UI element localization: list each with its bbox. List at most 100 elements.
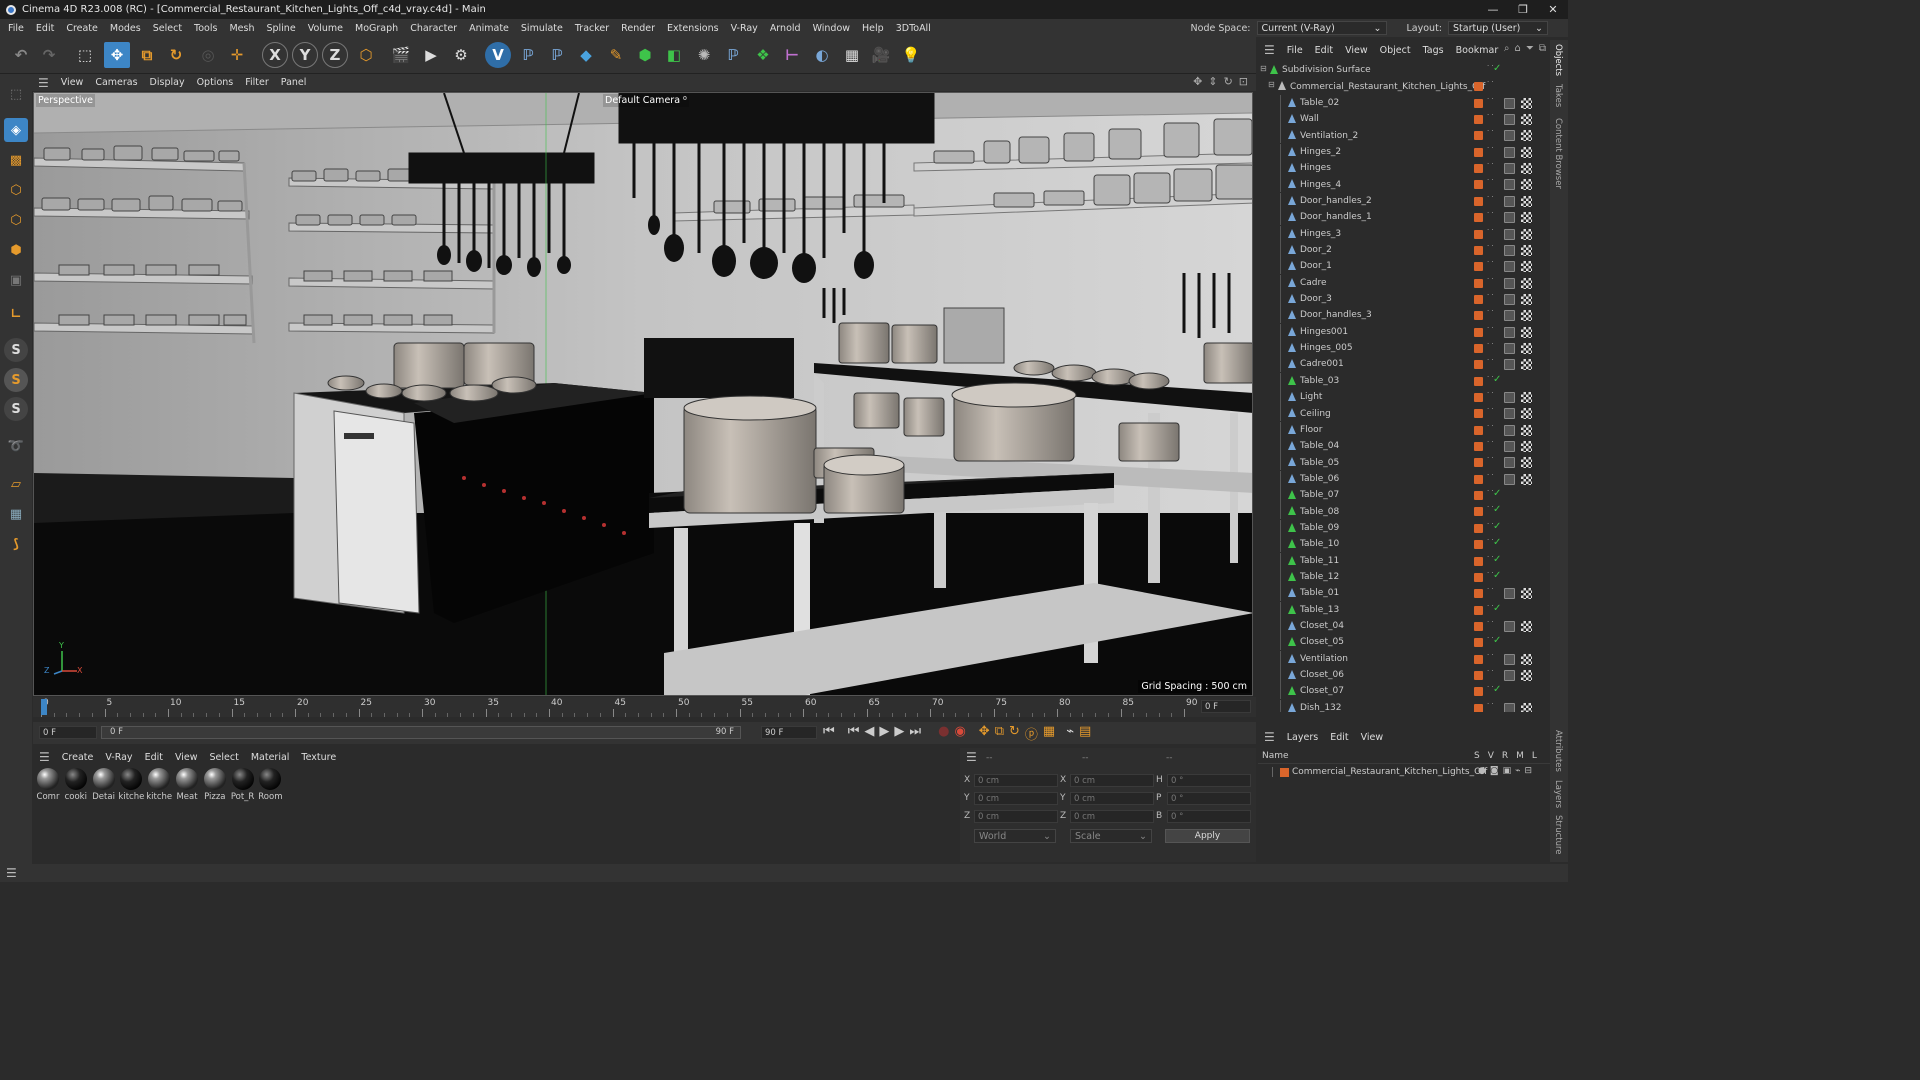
object-row[interactable]: Wall · ·: [1258, 111, 1550, 128]
vray-material-tag-icon[interactable]: [1504, 326, 1515, 338]
object-row[interactable]: Floor · ·: [1258, 421, 1550, 438]
maximize-view-icon[interactable]: ⊡: [1239, 75, 1248, 88]
layer-menu-view[interactable]: View: [1355, 732, 1390, 743]
enabled-check-icon[interactable]: ✓: [1493, 570, 1501, 581]
polygons-mode-icon[interactable]: ⬢: [4, 238, 28, 262]
layout-dropdown[interactable]: Startup (User) ⌄: [1448, 21, 1548, 35]
visibility-dots-icon[interactable]: · ·: [1487, 128, 1494, 135]
side-tab-objects[interactable]: Objects: [1553, 44, 1563, 76]
menu-mesh[interactable]: Mesh: [223, 23, 260, 34]
search-icon[interactable]: ⌕: [1504, 43, 1510, 54]
apply-button[interactable]: Apply: [1165, 829, 1250, 843]
vray-material-tag-icon[interactable]: [1504, 408, 1515, 420]
material-menu-texture[interactable]: Texture: [295, 752, 342, 763]
cloner-icon[interactable]: ✺: [691, 42, 717, 68]
side-tab-structure[interactable]: Structure: [1553, 815, 1563, 855]
texture-tag-icon[interactable]: [1521, 244, 1532, 256]
side-tab-takes[interactable]: Takes: [1553, 84, 1563, 107]
menu-extensions[interactable]: Extensions: [661, 23, 725, 34]
texture-tag-icon[interactable]: [1521, 97, 1532, 109]
edges-mode-icon[interactable]: ⬡: [4, 208, 28, 232]
viewport-menu-panel[interactable]: Panel: [275, 77, 313, 88]
texture-tag-icon[interactable]: [1521, 114, 1532, 126]
layer-color-swatch[interactable]: [1474, 491, 1483, 501]
coord-hamburger-icon[interactable]: ☰: [966, 750, 977, 764]
object-row[interactable]: Hinges_005 · ·: [1258, 339, 1550, 356]
vray-material-tag-icon[interactable]: [1504, 130, 1515, 142]
object-row[interactable]: Hinges · ·: [1258, 160, 1550, 177]
key-param-icon[interactable]: ⓟ: [1025, 724, 1038, 743]
object-manager-hamburger-icon[interactable]: ☰: [1258, 43, 1281, 57]
material-menu-view[interactable]: View: [169, 752, 204, 763]
timeline-icon[interactable]: ⌁: [1066, 724, 1074, 743]
texture-mode-icon[interactable]: ▩: [4, 148, 28, 172]
side-tab-content-browser[interactable]: Content Browser: [1553, 118, 1563, 189]
enabled-check-icon[interactable]: ✓: [1493, 488, 1501, 499]
layer-hamburger-icon[interactable]: ☰: [1258, 730, 1281, 744]
field-icon[interactable]: ◐: [809, 42, 835, 68]
visibility-dots-icon[interactable]: · ·: [1487, 340, 1494, 347]
visibility-dots-icon[interactable]: · ·: [1487, 455, 1494, 462]
visibility-dots-icon[interactable]: · ·: [1487, 700, 1494, 707]
previous-key-icon[interactable]: ⏮: [848, 724, 860, 743]
object-row[interactable]: Light · ·: [1258, 389, 1550, 405]
layer-color-swatch[interactable]: [1474, 474, 1483, 484]
object-row[interactable]: Closet_07 · · ✓: [1258, 683, 1550, 700]
layer-color-swatch[interactable]: [1474, 213, 1483, 223]
texture-tag-icon[interactable]: [1521, 342, 1532, 354]
scale-field[interactable]: 0 cm: [1070, 810, 1154, 823]
rotation-field[interactable]: 0 °: [1167, 792, 1251, 805]
object-row[interactable]: Closet_06 · ·: [1258, 666, 1550, 683]
vray-material-tag-icon[interactable]: [1504, 179, 1515, 191]
layer-color-swatch[interactable]: [1474, 523, 1483, 533]
render-settings-icon[interactable]: ⚙: [448, 42, 474, 68]
texture-tag-icon[interactable]: [1521, 261, 1532, 273]
texture-tag-icon[interactable]: [1521, 588, 1532, 600]
menu-create[interactable]: Create: [60, 23, 104, 34]
expand-toggle-icon[interactable]: ⊟: [1268, 80, 1275, 89]
object-menu-bookmar[interactable]: Bookmar: [1450, 45, 1505, 56]
side-tab-layers[interactable]: Layers: [1553, 780, 1563, 808]
layer-color-swatch[interactable]: [1474, 131, 1483, 141]
python-generator-icon[interactable]: ℙ: [720, 42, 746, 68]
pan-icon[interactable]: ✥: [1193, 75, 1202, 88]
menu-simulate[interactable]: Simulate: [515, 23, 569, 34]
texture-tag-icon[interactable]: [1521, 457, 1532, 469]
floor-icon[interactable]: ▦: [839, 42, 865, 68]
key-pla-icon[interactable]: ▦: [1043, 724, 1055, 743]
material-hamburger-icon[interactable]: ☰: [33, 750, 56, 764]
vray-material-tag-icon[interactable]: [1504, 97, 1515, 109]
enabled-check-icon[interactable]: ✓: [1493, 504, 1501, 515]
texture-tag-icon[interactable]: [1521, 653, 1532, 665]
key-position-icon[interactable]: ✥: [979, 724, 990, 743]
python-script-icon[interactable]: ℙ: [544, 42, 570, 68]
menu-character[interactable]: Character: [404, 23, 463, 34]
end-frame-field[interactable]: 90 F: [761, 726, 817, 739]
object-menu-file[interactable]: File: [1281, 45, 1309, 56]
layer-color-swatch[interactable]: [1474, 360, 1483, 370]
visibility-dots-icon[interactable]: · ·: [1487, 586, 1494, 593]
layer-color-swatch[interactable]: [1474, 278, 1483, 288]
texture-tag-icon[interactable]: [1521, 310, 1532, 322]
play-icon[interactable]: ▶: [879, 724, 889, 743]
layer-color-swatch[interactable]: [1474, 147, 1483, 157]
node-space-dropdown[interactable]: Current (V-Ray) ⌄: [1256, 21, 1387, 35]
material-swatch[interactable]: kitche: [146, 768, 172, 810]
texture-tag-icon[interactable]: [1521, 473, 1532, 485]
visibility-dots-icon[interactable]: · ·: [1487, 439, 1494, 446]
filter-icon[interactable]: ⏷: [1526, 43, 1534, 54]
visibility-dots-icon[interactable]: · ·: [1487, 618, 1494, 625]
magnet-icon[interactable]: ➰: [4, 434, 28, 458]
menu-render[interactable]: Render: [615, 23, 661, 34]
orbit-icon[interactable]: ↻: [1224, 75, 1233, 88]
visibility-dots-icon[interactable]: · ·: [1487, 144, 1494, 151]
object-row[interactable]: Table_06 · ·: [1258, 470, 1550, 487]
layer-flags-icons[interactable]: ●◙▣⌁⊟: [1478, 766, 1536, 776]
vray-material-tag-icon[interactable]: [1504, 669, 1515, 681]
enabled-check-icon[interactable]: ✓: [1493, 554, 1501, 565]
python-icon[interactable]: ℙ: [515, 42, 541, 68]
layer-color-swatch[interactable]: [1474, 670, 1483, 680]
move-icon[interactable]: ✥: [104, 42, 130, 68]
go-to-start-icon[interactable]: ⏮: [823, 724, 835, 743]
vray-material-tag-icon[interactable]: [1504, 261, 1515, 273]
